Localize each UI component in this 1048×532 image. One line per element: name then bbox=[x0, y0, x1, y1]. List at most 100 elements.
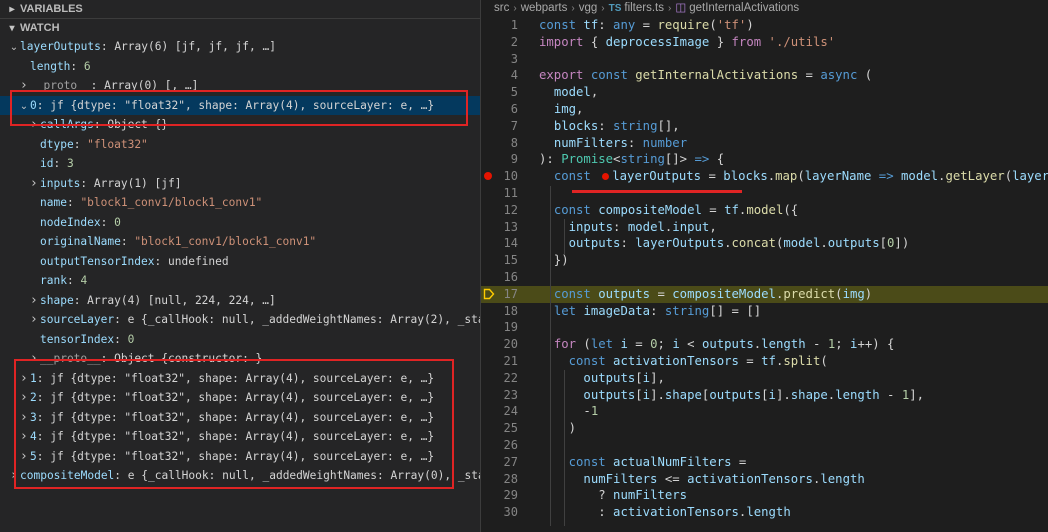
chevron-right-icon[interactable]: › bbox=[18, 447, 30, 467]
code-line[interactable]: 17 const outputs = compositeModel.predic… bbox=[481, 285, 1048, 303]
code-token: layerName bbox=[1012, 169, 1048, 184]
code-token: , bbox=[709, 219, 717, 234]
chevron-right-icon[interactable]: › bbox=[18, 388, 30, 408]
chevron-down-icon[interactable]: ⌄ bbox=[8, 38, 20, 57]
watch-row[interactable]: originalName: "block1_conv1/block1_conv1… bbox=[0, 232, 480, 252]
code-line[interactable]: 2 import { deprocessImage } from './utils… bbox=[481, 34, 1048, 51]
code-line[interactable]: 8 numFilters: number bbox=[481, 135, 1048, 152]
code-token: string bbox=[620, 152, 665, 167]
code-line[interactable]: 9): Promise<string[]> => { bbox=[481, 151, 1048, 168]
code-line[interactable]: 12 const compositeModel = tf.model({ bbox=[481, 202, 1048, 219]
watch-row[interactable]: › 5: jf {dtype: "float32", shape: Array(4… bbox=[0, 447, 480, 467]
chevron-right-icon[interactable]: › bbox=[28, 174, 40, 194]
code-line[interactable]: 25 ) bbox=[481, 420, 1048, 437]
code-line[interactable]: 5 model, bbox=[481, 84, 1048, 101]
watch-row[interactable]: › 1: jf {dtype: "float32", shape: Array(4… bbox=[0, 369, 480, 389]
line-number: 9 bbox=[510, 152, 518, 167]
watch-row-value: undefined bbox=[168, 254, 229, 268]
code-line[interactable]: 1 const tf: any = require('tf') bbox=[481, 17, 1048, 34]
watch-row[interactable]: rank: 4 bbox=[0, 271, 480, 291]
chevron-right-icon[interactable]: › bbox=[28, 310, 40, 330]
code-line[interactable]: 14 outputs: layerOutputs.concat(model.ou… bbox=[481, 235, 1048, 252]
code-token: const bbox=[553, 286, 599, 301]
code-token: activationTensors bbox=[613, 505, 739, 520]
code-text: let imageData: string[] = [] bbox=[539, 303, 761, 320]
watch-row[interactable]: › __proto__: Array(0) [, …] bbox=[0, 76, 480, 96]
watch-row[interactable]: id: 3 bbox=[0, 154, 480, 174]
watch-row[interactable]: › 4: jf {dtype: "float32", shape: Array(4… bbox=[0, 427, 480, 447]
code-line[interactable]: 21 const activationTensors = tf.split( bbox=[481, 353, 1048, 370]
code-token: Promise bbox=[561, 152, 614, 167]
chevron-right-icon[interactable]: › bbox=[28, 291, 40, 311]
watch-row[interactable]: › compositeModel: e {_callHook: null, _ad… bbox=[0, 466, 480, 486]
code-token: ) bbox=[864, 286, 873, 301]
code-line[interactable]: 15 }) bbox=[481, 252, 1048, 269]
chevron-right-icon[interactable]: › bbox=[8, 466, 20, 486]
code-token: imageData bbox=[583, 303, 651, 318]
chevron-right-icon[interactable]: › bbox=[18, 427, 30, 447]
code-line[interactable]: 13 inputs: model.input, bbox=[481, 219, 1048, 236]
watch-row[interactable]: ⌄ layerOutputs: Array(6) [jf, jf, jf, …] bbox=[0, 37, 480, 57]
watch-row-name: sourceLayer bbox=[40, 313, 115, 326]
breadcrumb-item-vgg[interactable]: vgg bbox=[579, 2, 598, 14]
code-line[interactable]: 16 bbox=[481, 269, 1048, 286]
watch-row[interactable]: tensorIndex: 0 bbox=[0, 330, 480, 350]
code-token: ( bbox=[709, 18, 717, 32]
chevron-right-icon: › bbox=[513, 3, 517, 14]
code-token: ( bbox=[576, 337, 591, 352]
code-line[interactable]: 29 ? numFilters bbox=[481, 487, 1048, 504]
watch-row[interactable]: ⌄ 0: jf {dtype: "float32", shape: Array(4… bbox=[0, 95, 480, 116]
watch-row[interactable]: › shape: Array(4) [null, 224, 224, …] bbox=[0, 291, 480, 311]
breadcrumb-item-symbol[interactable]: getInternalActivations bbox=[689, 2, 799, 14]
breadcrumb-item-webparts[interactable]: webparts bbox=[521, 2, 568, 14]
watch-row[interactable]: › 3: jf {dtype: "float32", shape: Array(4… bbox=[0, 408, 480, 428]
line-number: 1 bbox=[510, 18, 518, 32]
code-line[interactable]: 6 img, bbox=[481, 101, 1048, 118]
chevron-right-icon[interactable]: › bbox=[18, 369, 30, 389]
watch-row[interactable]: › 2: jf {dtype: "float32", shape: Array(4… bbox=[0, 388, 480, 408]
chevron-right-icon[interactable]: › bbox=[28, 349, 40, 369]
code-line[interactable]: 18 let imageData: string[] = [] bbox=[481, 303, 1048, 320]
code-line[interactable]: 28 numFilters <= activationTensors.lengt… bbox=[481, 471, 1048, 488]
chevron-right-icon[interactable]: › bbox=[28, 115, 40, 135]
watch-row[interactable]: outputTensorIndex: undefined bbox=[0, 252, 480, 272]
watch-row[interactable]: length: 6 bbox=[0, 57, 480, 77]
code-line[interactable]: 23 outputs[i].shape[outputs[i].shape.len… bbox=[481, 387, 1048, 404]
code-text: inputs: model.input, bbox=[539, 219, 717, 236]
code-line[interactable]: 26 bbox=[481, 437, 1048, 454]
breadcrumb-item-src[interactable]: src bbox=[494, 2, 509, 14]
code-token: actualNumFilters bbox=[613, 454, 732, 469]
code-line[interactable]: 19 bbox=[481, 319, 1048, 336]
code-line[interactable]: 11 bbox=[481, 185, 1048, 202]
code-token: numFilters bbox=[613, 488, 688, 503]
watch-row-name: length bbox=[30, 59, 71, 73]
watch-row[interactable]: › inputs: Array(1) [jf] bbox=[0, 174, 480, 194]
code-line[interactable]: 4 export const getInternalActivations = a… bbox=[481, 67, 1048, 84]
code-token: outputs bbox=[598, 286, 651, 301]
watch-row[interactable]: › sourceLayer: e {_callHook: null, _added… bbox=[0, 310, 480, 330]
breadcrumb-item-file[interactable]: filters.ts bbox=[624, 2, 664, 14]
code-token: [ bbox=[761, 387, 769, 402]
code-line[interactable]: 24 -1 bbox=[481, 403, 1048, 420]
chevron-down-icon[interactable]: ⌄ bbox=[18, 97, 30, 116]
watch-row[interactable]: › callArgs: Object {} bbox=[0, 115, 480, 135]
code-line[interactable]: 27 const actualNumFilters = bbox=[481, 454, 1048, 471]
watch-row[interactable]: name: "block1_conv1/block1_conv1" bbox=[0, 193, 480, 213]
code-line[interactable]: 3 bbox=[481, 51, 1048, 68]
variables-section-header[interactable]: ▸ VARIABLES bbox=[0, 0, 480, 18]
code-line[interactable]: 7 blocks: string[], bbox=[481, 118, 1048, 135]
watch-row[interactable]: nodeIndex: 0 bbox=[0, 213, 480, 233]
code-line[interactable]: 30 : activationTensors.length bbox=[481, 504, 1048, 521]
chevron-right-icon[interactable]: › bbox=[18, 408, 30, 428]
code-token: const bbox=[539, 18, 584, 32]
watch-section-header[interactable]: ▾ WATCH bbox=[0, 19, 480, 37]
watch-row[interactable]: › __proto__: Object {constructor: } bbox=[0, 349, 480, 369]
watch-row[interactable]: dtype: "float32" bbox=[0, 135, 480, 155]
code-line[interactable]: 22 outputs[i], bbox=[481, 370, 1048, 387]
code-line[interactable]: 20 for (let i = 0; i < outputs.length - … bbox=[481, 336, 1048, 353]
chevron-right-icon[interactable]: › bbox=[18, 76, 30, 96]
inline-breakpoint-icon[interactable] bbox=[602, 172, 610, 180]
indent-guide bbox=[550, 186, 551, 526]
code-line[interactable]: 10 const layerOutputs = blocks.map(layer… bbox=[481, 168, 1048, 185]
